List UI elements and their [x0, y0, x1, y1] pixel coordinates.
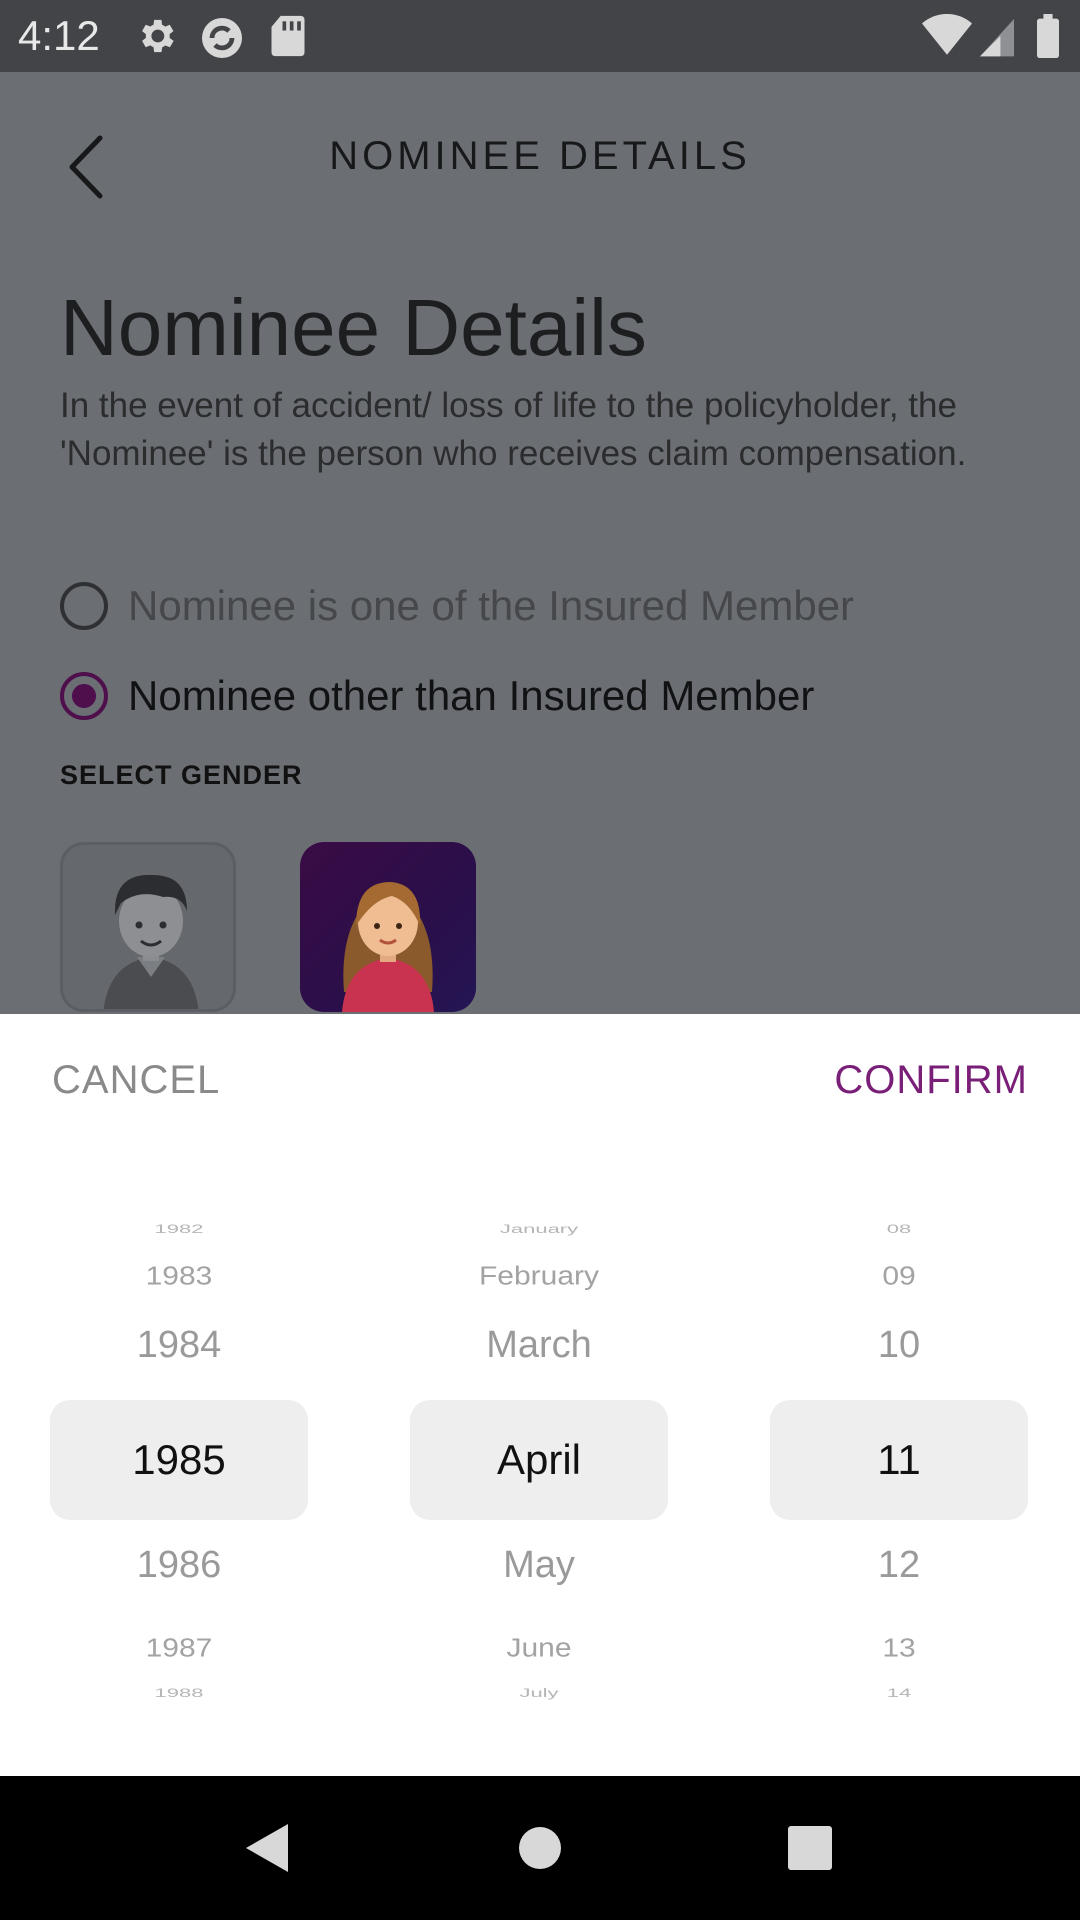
year-option[interactable]: 1987	[50, 1635, 308, 1664]
date-picker-sheet: CANCEL CONFIRM 1982 1983 1984 1985 1986 …	[0, 1014, 1080, 1776]
radio-unchecked-icon	[60, 582, 108, 630]
gear-icon	[142, 19, 174, 53]
status-bar: 4:12	[0, 0, 1080, 72]
back-triangle-icon[interactable]	[236, 1816, 300, 1880]
male-avatar-icon	[103, 874, 199, 1009]
page-title: Nominee Details	[60, 283, 647, 372]
day-option[interactable]: 12	[770, 1544, 1028, 1587]
radio-nominee-other-member[interactable]: Nominee other than Insured Member	[60, 666, 814, 726]
year-picker[interactable]: 1982 1983 1984 1985 1986 1987 1988	[50, 1214, 308, 1718]
battery-icon	[1037, 14, 1059, 58]
recents-square-icon[interactable]	[778, 1816, 842, 1880]
radio-label: Nominee other than Insured Member	[128, 672, 815, 719]
day-picker[interactable]: 08 09 10 11 12 13 14	[770, 1214, 1028, 1718]
cancel-button[interactable]: CANCEL	[52, 1058, 220, 1103]
month-option[interactable]: July	[410, 1686, 668, 1700]
year-option[interactable]: 1982	[50, 1222, 308, 1236]
month-option-selected[interactable]: April	[410, 1436, 668, 1484]
wifi-icon	[922, 14, 972, 55]
day-option[interactable]: 08	[770, 1222, 1028, 1236]
home-circle-icon[interactable]	[508, 1816, 572, 1880]
signal-icon	[980, 19, 1014, 57]
month-option[interactable]: February	[410, 1263, 668, 1292]
select-gender-label: SELECT GENDER	[60, 760, 303, 790]
year-option[interactable]: 1988	[50, 1686, 308, 1700]
female-avatar-icon	[342, 882, 434, 1012]
sync-icon	[202, 18, 242, 58]
page-description: In the event of accident/ loss of life t…	[60, 386, 967, 473]
gender-female-button[interactable]	[300, 842, 476, 1012]
month-option[interactable]: March	[410, 1324, 668, 1367]
navigation-bar	[0, 1776, 1080, 1920]
month-option[interactable]: May	[410, 1544, 668, 1587]
month-option[interactable]: January	[410, 1222, 668, 1236]
gender-male-button[interactable]	[60, 842, 236, 1012]
nominee-details-page: NOMINEE DETAILS Nominee Details In the e…	[0, 72, 1080, 1014]
day-option-selected[interactable]: 11	[770, 1436, 1028, 1484]
year-option-selected[interactable]: 1985	[50, 1436, 308, 1484]
year-option[interactable]: 1983	[50, 1263, 308, 1292]
year-option[interactable]: 1986	[50, 1544, 308, 1587]
sd-card-icon	[271, 15, 305, 57]
month-picker[interactable]: January February March April May June Ju…	[410, 1214, 668, 1718]
year-option[interactable]: 1984	[50, 1324, 308, 1367]
day-option[interactable]: 09	[770, 1263, 1028, 1292]
month-option[interactable]: June	[410, 1635, 668, 1664]
day-option[interactable]: 14	[770, 1686, 1028, 1700]
confirm-button[interactable]: CONFIRM	[834, 1058, 1028, 1103]
radio-checked-icon	[60, 672, 108, 720]
radio-label: Nominee is one of the Insured Member	[128, 582, 855, 629]
radio-nominee-insured-member[interactable]: Nominee is one of the Insured Member	[60, 576, 854, 636]
header-title: NOMINEE DETAILS	[329, 134, 751, 178]
day-option[interactable]: 13	[770, 1635, 1028, 1664]
day-option[interactable]: 10	[770, 1324, 1028, 1367]
status-time: 4:12	[18, 12, 100, 59]
